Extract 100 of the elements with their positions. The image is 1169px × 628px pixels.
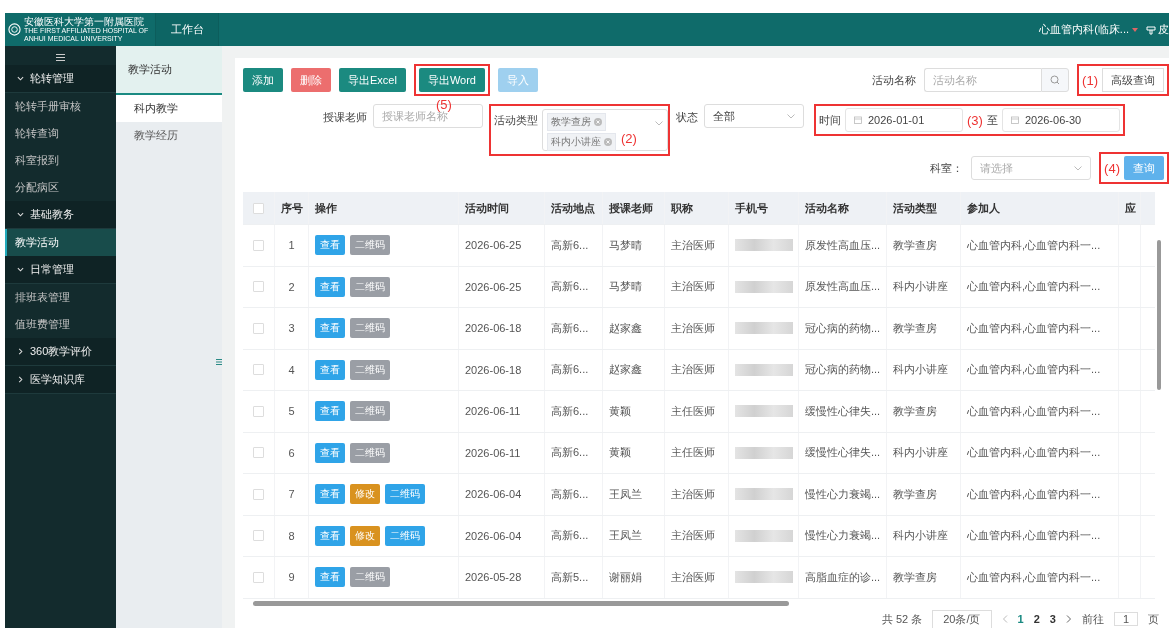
table-cell: 高新6... — [545, 391, 603, 432]
toolbar-button[interactable]: 添加 — [243, 68, 283, 92]
table-cell: 心血管内科,心血管内科一... — [961, 515, 1119, 556]
row-action-button[interactable]: 查看 — [315, 276, 345, 297]
callout-label: (1) — [1082, 73, 1098, 87]
activity-name-field[interactable]: 活动名称 — [924, 68, 1042, 92]
subnav-item[interactable]: 教学经历 — [116, 122, 222, 149]
row-action-button[interactable]: 二维码 — [385, 484, 425, 505]
sidebar-group[interactable]: 日常管理 — [5, 256, 116, 284]
page-number[interactable]: 2 — [1033, 613, 1040, 625]
table-cell: 心血管内科,心血管内科一... — [961, 432, 1119, 473]
table-cell: 缓慢性心律失... — [799, 391, 887, 432]
field-label: 状态 — [676, 110, 698, 125]
table-cell: 2026-06-04 — [459, 474, 545, 515]
table-cell: 主治医师 — [665, 349, 729, 390]
row-checkbox[interactable] — [253, 322, 264, 334]
page-number[interactable]: 1 — [1017, 613, 1024, 625]
workbench-tab[interactable]: 工作台 — [155, 13, 219, 46]
skin-menu[interactable]: 皮 — [1158, 22, 1169, 37]
row-checkbox[interactable] — [253, 447, 264, 459]
table-cell: 主治医师 — [665, 474, 729, 515]
subnav-item[interactable]: 科内教学 — [116, 95, 222, 122]
row-action-button[interactable]: 修改 — [350, 525, 380, 546]
sidebar-item[interactable]: 科室报到 — [5, 147, 116, 174]
table-cell: 慢性心力衰竭... — [799, 515, 887, 556]
sidebar-item[interactable]: 分配病区 — [5, 174, 116, 201]
row-action-button[interactable]: 查看 — [315, 484, 345, 505]
row-checkbox[interactable] — [253, 405, 264, 417]
table-cell: 高脂血症的诊... — [799, 557, 887, 598]
collapse-icon[interactable] — [216, 359, 222, 365]
table-cell: 高新5... — [545, 557, 603, 598]
table-cell: 2026-06-18 — [459, 308, 545, 349]
search-button[interactable] — [1041, 68, 1070, 92]
table-cell: 2026-06-25 — [459, 225, 545, 266]
table-cell: 教学查房 — [887, 225, 961, 266]
table-cell: 主任医师 — [665, 391, 729, 432]
row-checkbox[interactable] — [253, 488, 264, 500]
column-header: 活动时间 — [459, 192, 545, 224]
row-action-button[interactable]: 查看 — [315, 318, 345, 339]
remove-icon[interactable] — [604, 138, 612, 146]
row-action-button[interactable]: 查看 — [315, 442, 345, 463]
table-cell: 2026-05-28 — [459, 557, 545, 598]
row-checkbox[interactable] — [253, 281, 264, 293]
row-action-button[interactable]: 查看 — [315, 359, 345, 380]
menu-icon[interactable] — [56, 54, 65, 61]
table-cell: 2026-06-11 — [459, 391, 545, 432]
sidebar-item[interactable]: 值班费管理 — [5, 311, 116, 338]
row-action-button[interactable]: 查看 — [315, 235, 345, 256]
row-action-button[interactable]: 查看 — [315, 401, 345, 422]
sidebar-group[interactable]: 基础教务 — [5, 201, 116, 229]
table-cell: 6 — [275, 432, 309, 473]
chevron-icon — [17, 376, 24, 383]
table-cell: 心血管内科,心血管内科一... — [961, 225, 1119, 266]
next-page-icon[interactable] — [1065, 615, 1072, 623]
goto-page-field[interactable]: 1 — [1113, 612, 1138, 626]
start-date-field[interactable]: 2026-01-01 — [845, 108, 963, 132]
page-number[interactable]: 3 — [1049, 613, 1056, 625]
table-cell: 赵家鑫 — [603, 308, 665, 349]
row-action-button[interactable]: 查看 — [315, 567, 345, 588]
sidebar-group[interactable]: 医学知识库 — [5, 366, 116, 394]
selected-tag: 教学查房 — [547, 113, 606, 131]
sidebar-item[interactable]: 教学活动 — [5, 229, 116, 256]
table-cell: 马梦晴 — [603, 266, 665, 307]
department-select[interactable]: 请选择 — [971, 156, 1092, 180]
column-header: 参加人 — [961, 192, 1119, 224]
sidebar-item[interactable]: 轮转手册审核 — [5, 93, 116, 120]
department-dropdown[interactable]: 心血管内科(临床... — [1039, 22, 1129, 37]
page-size-select[interactable]: 20条/页 — [932, 609, 992, 628]
advanced-search-button[interactable]: 高级查询 — [1102, 68, 1164, 92]
table-cell: 2026-06-04 — [459, 515, 545, 556]
toolbar-button[interactable]: 导出Excel — [339, 68, 406, 92]
toolbar-button[interactable]: 删除 — [291, 68, 331, 92]
row-checkbox[interactable] — [253, 571, 264, 583]
row-action-button[interactable]: 修改 — [350, 484, 380, 505]
table-cell: 王凤兰 — [603, 474, 665, 515]
sidebar-item[interactable]: 排班表管理 — [5, 284, 116, 311]
field-label: 活动名称 — [872, 72, 917, 88]
table-cell: 马梦晴 — [603, 225, 665, 266]
column-header: 应 — [1119, 192, 1141, 224]
row-checkbox[interactable] — [253, 239, 264, 251]
sidebar-group[interactable]: 轮转管理 — [5, 65, 116, 93]
field-label: 授课老师 — [323, 110, 367, 125]
row-action-button[interactable]: 查看 — [315, 525, 345, 546]
sidebar-item[interactable]: 轮转查询 — [5, 120, 116, 147]
row-checkbox[interactable] — [253, 530, 264, 542]
sidebar-group-label: 基础教务 — [30, 207, 74, 222]
row-action-button[interactable]: 二维码 — [385, 525, 425, 546]
row-checkbox[interactable] — [253, 364, 264, 376]
status-select[interactable]: 全部 — [704, 104, 804, 128]
toolbar-button[interactable]: 导出Word — [418, 68, 485, 92]
calendar-icon — [854, 116, 862, 124]
end-date-field[interactable]: 2026-06-30 — [1001, 108, 1120, 132]
previous-page-icon[interactable] — [1001, 615, 1008, 623]
remove-icon[interactable] — [594, 118, 602, 126]
blurred-phone-placeholder — [735, 529, 793, 542]
table-cell: 7 — [275, 474, 309, 515]
sidebar-group[interactable]: 360教学评价 — [5, 338, 116, 366]
select-all-checkbox[interactable] — [253, 202, 264, 214]
query-button[interactable]: 查询 — [1124, 156, 1164, 180]
table-cell: 主任医师 — [665, 432, 729, 473]
